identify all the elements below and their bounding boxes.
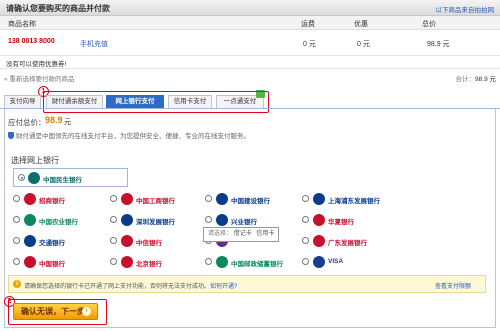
bank-name: 中国邮政储蓄银行 xyxy=(231,261,283,268)
bank-logo-icon xyxy=(216,214,228,226)
discount-value: 0 元 xyxy=(357,41,370,48)
bank-logo-icon xyxy=(313,256,325,268)
bank-name: 上海浦东发展银行 xyxy=(328,198,380,205)
bank-option[interactable]: 北京银行 xyxy=(110,253,192,271)
shield-icon xyxy=(8,132,14,139)
selected-bank-name: 中国民生银行 xyxy=(43,177,82,184)
bank-logo-icon xyxy=(121,214,133,226)
bank-option[interactable]: 华夏银行 xyxy=(302,211,384,229)
bank-name: 中信银行 xyxy=(136,240,162,247)
bank-logo-icon xyxy=(313,214,325,226)
bank-radio[interactable] xyxy=(13,258,20,265)
bank-logo-icon xyxy=(313,193,325,205)
bank-option[interactable]: VISA xyxy=(302,253,384,271)
card-type-tooltip: 请选择： 借记卡 信用卡 xyxy=(203,227,280,242)
bank-logo-icon xyxy=(121,256,133,268)
order-table-header: 商品名称 运费 优惠 总价 xyxy=(0,16,500,30)
phone-number: 138 0013 8000 xyxy=(8,38,55,45)
bank-logo-icon xyxy=(24,235,36,247)
col-discount: 优惠 xyxy=(354,21,368,28)
bank-name: 中国建设银行 xyxy=(231,198,270,205)
view-limits-link[interactable]: 查看支付限额 xyxy=(435,281,471,290)
reselect-link[interactable]: « 重新选择要付款的商品 xyxy=(4,73,74,83)
bank-name: 中国银行 xyxy=(39,261,65,268)
bank-name: 招商银行 xyxy=(39,198,65,205)
how-to-enable-link[interactable]: 如何开通? xyxy=(210,284,237,290)
order-total-value: 98.9 元 xyxy=(475,76,496,83)
amount-value: 98.9 xyxy=(45,115,63,125)
bank-logo-icon xyxy=(28,172,40,184)
coupon-note: 没有可以使用优惠券! xyxy=(6,61,67,68)
bank-radio[interactable] xyxy=(110,237,117,244)
selected-bank-option[interactable]: 中国民生银行 xyxy=(13,168,128,187)
amount-unit: 元 xyxy=(64,119,71,126)
bank-logo-icon xyxy=(24,214,36,226)
bank-radio[interactable] xyxy=(205,258,212,265)
amount-label: 应付总价： xyxy=(8,118,46,127)
bank-radio[interactable] xyxy=(302,216,309,223)
back-arrow-icon: « xyxy=(4,76,8,83)
selected-bank-radio[interactable] xyxy=(18,174,25,181)
bank-name: 中国农业银行 xyxy=(39,219,78,226)
bank-logo-icon xyxy=(24,193,36,205)
bank-option[interactable]: 深圳发展银行 xyxy=(110,211,192,229)
bank-name: 交通银行 xyxy=(39,240,65,247)
bank-radio[interactable] xyxy=(110,195,117,202)
bank-radio[interactable] xyxy=(302,195,309,202)
bank-name: 北京银行 xyxy=(136,261,162,268)
bank-logo-icon xyxy=(313,235,325,247)
confirm-next-button[interactable]: 确认无误，下一步 › xyxy=(13,303,98,320)
col-total: 总价 xyxy=(422,21,436,28)
bank-radio[interactable] xyxy=(302,237,309,244)
bank-option[interactable]: 交通银行 xyxy=(13,232,95,250)
bank-section-title: 选择网上银行 xyxy=(11,156,59,165)
bank-radio[interactable] xyxy=(110,216,117,223)
bank-option[interactable]: 中国农业银行 xyxy=(13,211,95,229)
bank-logo-icon xyxy=(216,256,228,268)
col-shipping: 运费 xyxy=(301,21,315,28)
source-link[interactable]: 以下商品来自拍拍网 xyxy=(436,4,495,14)
bank-name: 深圳发展银行 xyxy=(136,219,175,226)
bank-name: VISA xyxy=(328,258,344,265)
bank-logo-icon xyxy=(121,235,133,247)
bank-notice: i 请确保您选择的银行卡已开通了网上支付功能，否则将无法支付成功。如何开通? 查… xyxy=(8,275,486,293)
bank-logo-icon xyxy=(24,256,36,268)
bank-option[interactable]: 招商银行 xyxy=(13,190,95,208)
secure-note: 财付通是中国领先的在线支付平台，为您提供安全、便捷、专业的在线支付服务。 xyxy=(8,130,250,140)
arrow-right-icon: › xyxy=(82,307,91,316)
bank-radio[interactable] xyxy=(13,237,20,244)
bank-name: 华夏银行 xyxy=(328,219,354,226)
bank-logo-icon xyxy=(216,193,228,205)
bank-name: 兴业银行 xyxy=(231,219,257,226)
page-header: 请确认您要购买的商品并付款 以下商品来自拍拍网 xyxy=(0,0,500,16)
bank-radio[interactable] xyxy=(13,216,20,223)
bank-option[interactable]: 中国银行 xyxy=(13,253,95,271)
bank-option[interactable]: 上海浦东发展银行 xyxy=(302,190,384,208)
info-icon: i xyxy=(13,280,21,288)
tooltip-credit-option[interactable]: 信用卡 xyxy=(256,231,274,237)
bank-option[interactable]: 中国邮政储蓄银行 xyxy=(205,253,287,271)
bank-radio[interactable] xyxy=(13,195,20,202)
bank-radio[interactable] xyxy=(205,216,212,223)
bank-option[interactable]: 中国建设银行 xyxy=(205,190,287,208)
order-row: 138 0013 8000 手机充值 0 元 0 元 98.9 元 xyxy=(0,30,500,56)
col-product: 商品名称 xyxy=(8,21,36,28)
page-title: 请确认您要购买的商品并付款 xyxy=(6,4,110,13)
order-total: 合计：98.9 元 xyxy=(455,76,496,83)
bank-option[interactable]: 中国工商银行 xyxy=(110,190,192,208)
total-value: 98.9 元 xyxy=(427,41,450,48)
bank-option[interactable]: 广东发展银行 xyxy=(302,232,384,250)
bank-radio[interactable] xyxy=(302,258,309,265)
divider xyxy=(0,68,500,69)
bank-option[interactable]: 中信银行 xyxy=(110,232,192,250)
bank-radio[interactable] xyxy=(205,195,212,202)
bank-radio[interactable] xyxy=(110,258,117,265)
bank-name: 中国工商银行 xyxy=(136,198,175,205)
product-type-link[interactable]: 手机充值 xyxy=(80,39,108,49)
tooltip-debit-option[interactable]: 借记卡 xyxy=(234,231,252,237)
tab-payment-guide[interactable]: 支付向导 xyxy=(4,95,41,109)
bank-name: 广东发展银行 xyxy=(328,240,367,247)
shipping-value: 0 元 xyxy=(303,41,316,48)
bank-logo-icon xyxy=(121,193,133,205)
